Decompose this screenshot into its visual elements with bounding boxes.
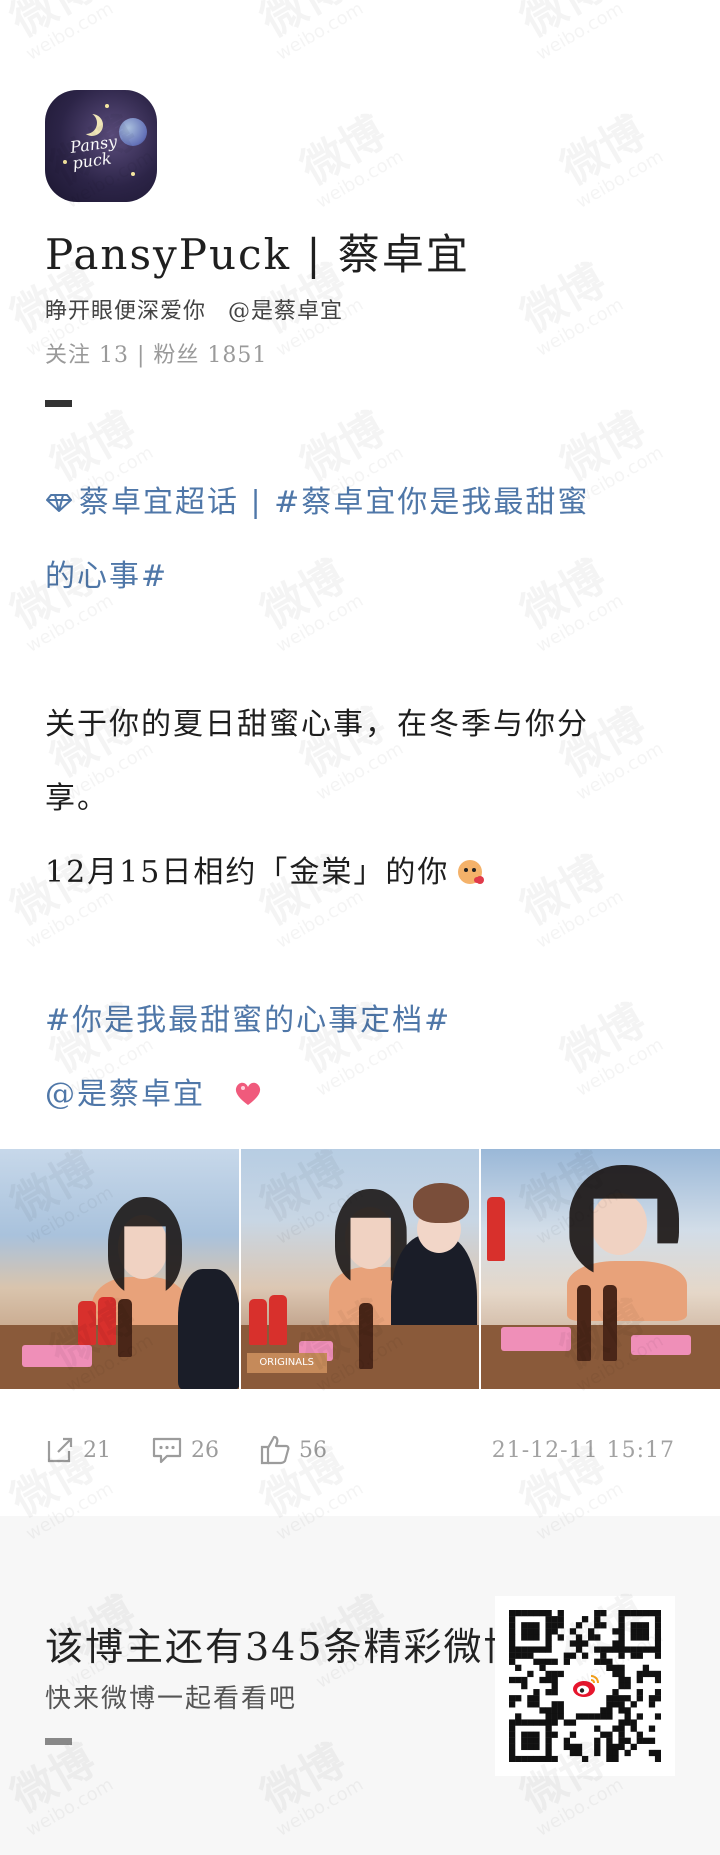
qr-code-pattern [509, 1610, 661, 1762]
footer-subtitle: 快来微博一起看看吧 [45, 1684, 298, 1714]
moon-icon [75, 112, 97, 134]
diamond-icon [45, 493, 73, 513]
action-bar: 21 26 56 21-12-11 15:17 [45, 1420, 675, 1480]
repost-icon [47, 1437, 73, 1463]
post-text: 关于你的夏日甜蜜心事，在冬季与你分 [45, 707, 589, 742]
super-topic-link[interactable]: 蔡卓宜超话 [79, 485, 239, 520]
comment-count: 26 [191, 1437, 219, 1463]
sparkle-icon [131, 172, 135, 176]
photo-grid: ORIGINALS [0, 1149, 720, 1389]
repost-button[interactable]: 21 [45, 1435, 111, 1465]
avatar-logo-text: Pansy puck [68, 131, 119, 173]
sparkle-icon [105, 104, 109, 108]
like-button[interactable]: 56 [259, 1434, 327, 1466]
avatar[interactable]: Pansy puck [45, 90, 157, 202]
follow-stats: 关注 13 | 粉丝 1851 [45, 343, 268, 368]
footer-title: 该博主还有345条精彩微博 [45, 1625, 524, 1669]
profile-header: Pansy puck PansyPuck | 蔡卓宜 睁开眼便深爱你 @是蔡卓宜 … [45, 90, 685, 407]
hashtag-link-continued[interactable]: 的心事# [45, 540, 675, 614]
comment-button[interactable]: 26 [151, 1435, 219, 1465]
footer-promo: 该博主还有345条精彩微博 快来微博一起看看吧 [0, 1516, 720, 1855]
post-photo[interactable]: ORIGINALS [240, 1149, 480, 1389]
sparkle-icon [63, 160, 67, 164]
post-text: 享。 [45, 781, 109, 816]
repost-count: 21 [83, 1437, 111, 1463]
mention-link[interactable]: @是蔡卓宜 [45, 1077, 205, 1112]
hashtag-link[interactable]: #你是我最甜蜜的心事定档# [45, 984, 675, 1058]
weibo-watermark: 微博weibo.com [1, 0, 117, 65]
cute-emoji-icon [458, 860, 485, 884]
hashtag-link[interactable]: | #蔡卓宜你是我最甜蜜 [239, 485, 589, 520]
divider [45, 400, 72, 407]
like-count: 56 [299, 1437, 327, 1463]
like-icon [260, 1435, 290, 1465]
profile-name: PansyPuck | 蔡卓宜 [45, 230, 470, 279]
post-body: 蔡卓宜超话 | #蔡卓宜你是我最甜蜜 的心事# 关于你的夏日甜蜜心事，在冬季与你… [45, 466, 675, 1132]
comment-icon [152, 1437, 182, 1464]
post-timestamp: 21-12-11 15:17 [491, 1437, 675, 1463]
qr-code[interactable] [495, 1596, 675, 1776]
heart-icon [235, 1082, 261, 1105]
post-photo[interactable] [0, 1149, 239, 1389]
bio-text: 睁开眼便深爱你 [45, 299, 207, 324]
divider [45, 1738, 72, 1745]
weibo-watermark: 微博weibo.com [511, 0, 627, 65]
weibo-logo-icon [567, 1668, 603, 1704]
mention-line: @是蔡卓宜 [45, 1058, 675, 1132]
weibo-watermark: 微博weibo.com [251, 0, 367, 65]
post-text-line: 12月15日相约「金棠」的你 [45, 836, 675, 910]
post-text: 12月15日相约「金棠」的你 [45, 855, 450, 890]
profile-bio: 睁开眼便深爱你 @是蔡卓宜 [45, 294, 685, 330]
post-line: 蔡卓宜超话 | #蔡卓宜你是我最甜蜜 [45, 466, 675, 540]
bio-mention-link[interactable]: @是蔡卓宜 [228, 299, 343, 324]
photo-caption: ORIGINALS [246, 1353, 327, 1373]
post-photo[interactable] [481, 1149, 720, 1389]
